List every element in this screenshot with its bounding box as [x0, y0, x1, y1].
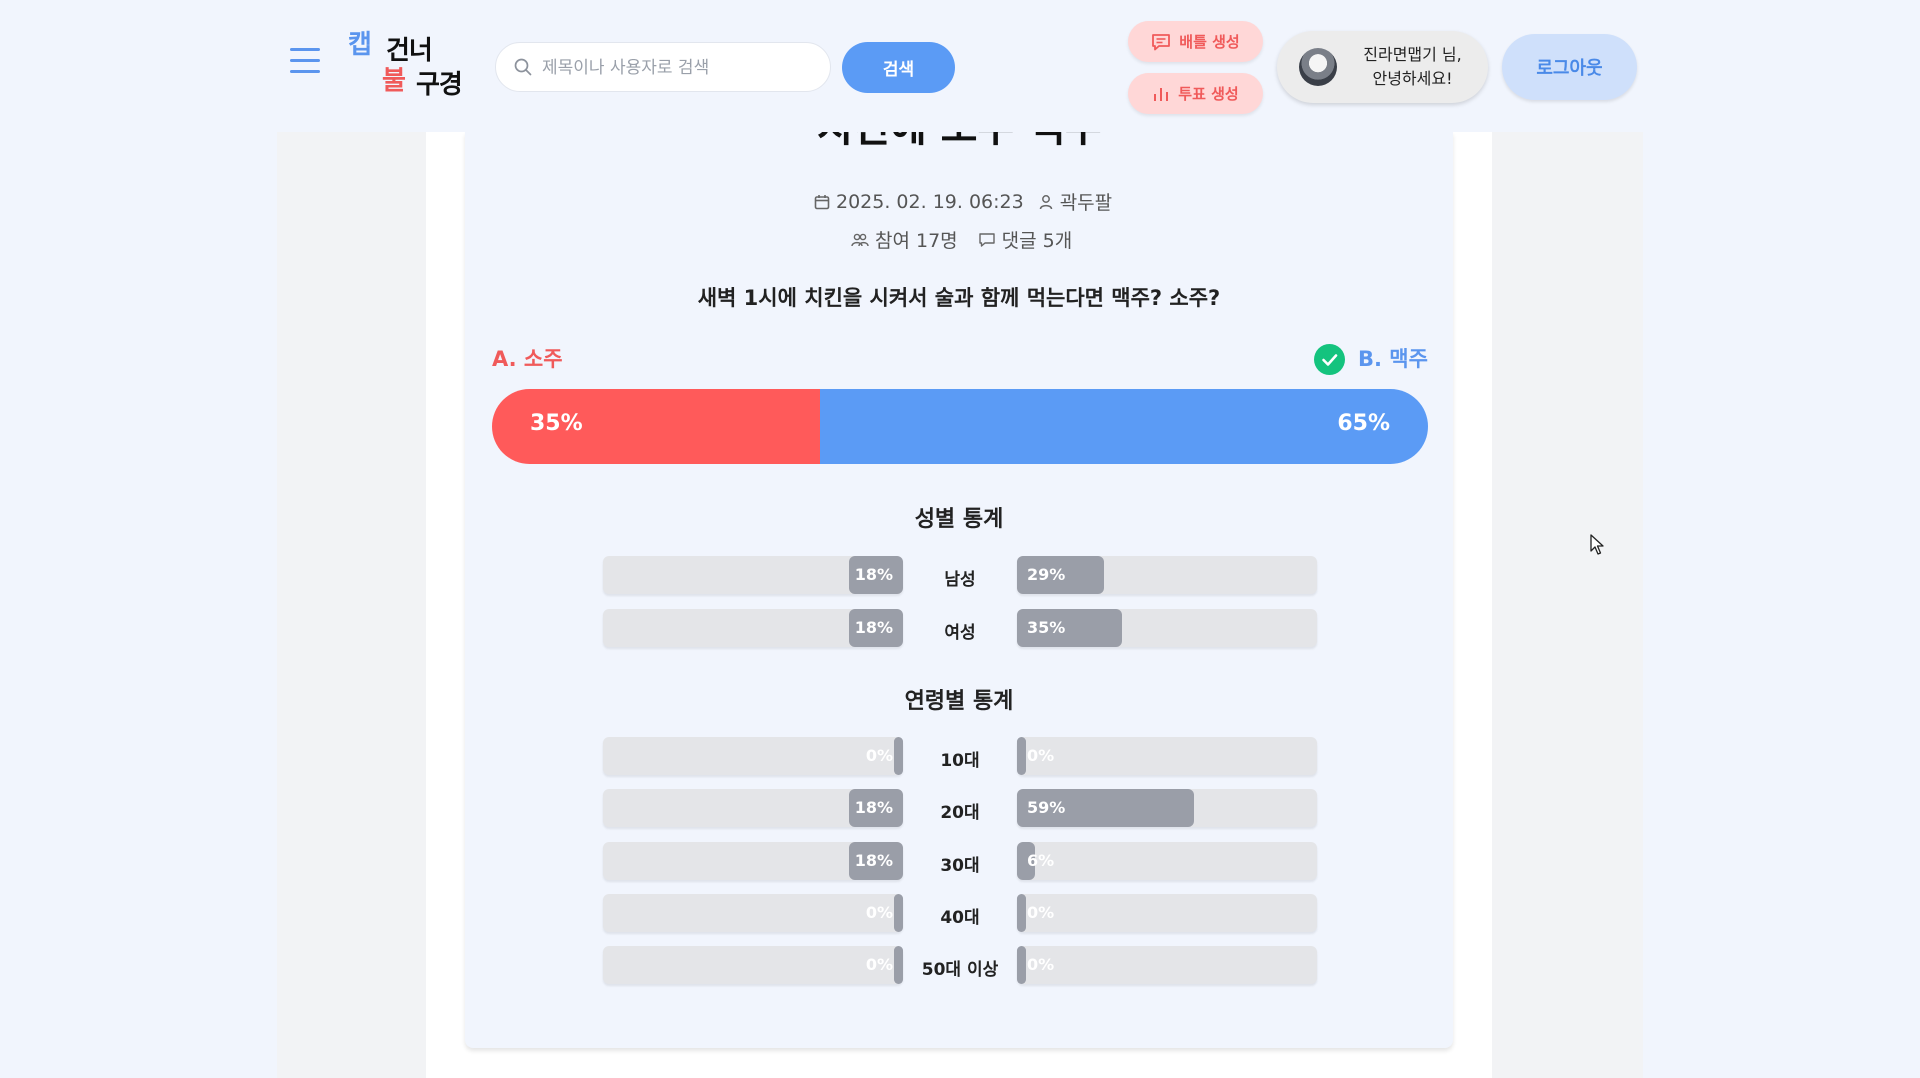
option-a-track: 18%	[603, 842, 903, 880]
gender-stats-title: 성별 통계	[914, 507, 1004, 532]
stat-row-label: 30대	[940, 856, 980, 876]
option-a-value: 18%	[854, 798, 893, 817]
create-vote-button[interactable]: 투표 생성	[1128, 73, 1263, 114]
mouse-cursor-icon	[1590, 534, 1604, 555]
option-a-value: 0%	[865, 903, 893, 922]
post-meta-line2: 참여 17명 댓글 5개	[851, 226, 1072, 253]
stat-row-label: 40대	[940, 908, 980, 928]
user-profile-button[interactable]: 진라면맵기 님, 안녕하세요!	[1277, 31, 1488, 103]
site-logo[interactable]: 캡 건너 불 구경	[348, 30, 476, 106]
stat-row-label: 여성	[944, 623, 976, 643]
option-a-percent: 35%	[530, 411, 583, 436]
option-b-fill	[1017, 946, 1026, 984]
option-b-value: 29%	[1027, 565, 1066, 584]
option-b-value: 59%	[1027, 798, 1066, 817]
option-b-label[interactable]: B. 맥주	[1358, 343, 1428, 373]
option-a-track: 18%	[603, 556, 903, 594]
age-stats-title: 연령별 통계	[904, 689, 1014, 714]
post-meta-line1: 2025. 02. 19. 06:23 곽두팔	[814, 188, 1112, 215]
search-button[interactable]: 검색	[842, 42, 955, 93]
option-b-value: 0%	[1027, 903, 1055, 922]
chat-icon	[1152, 33, 1171, 50]
stat-row-label: 남성	[944, 570, 976, 590]
user-icon	[1039, 194, 1052, 209]
logo-word-4: 구경	[416, 70, 463, 100]
comments-count: 댓글 5개	[1001, 230, 1073, 252]
stat-row: 18% 여성 35%	[603, 609, 1317, 647]
stat-row: 18% 30대 6%	[603, 842, 1317, 880]
option-b-value: 6%	[1027, 851, 1055, 870]
calendar-icon	[814, 194, 830, 209]
option-b-value: 0%	[1027, 955, 1055, 974]
option-a-value: 0%	[865, 746, 893, 765]
greeting-line-2: 안녕하세요!	[1372, 69, 1453, 88]
post-author: 곽두팔	[1059, 192, 1113, 214]
stat-row: 18% 남성 29%	[603, 556, 1317, 594]
bar-chart-icon	[1154, 87, 1169, 101]
participants-count: 참여 17명	[875, 230, 958, 252]
vote-question: 새벽 1시에 치킨을 시켜서 술과 함께 먹는다면 맥주? 소주?	[697, 286, 1221, 310]
stat-row-label: 10대	[940, 751, 980, 771]
top-header: 캡 건너 불 구경 검색 배틀 생성 투표 생성 진라면맵기 님, 안녕하세	[0, 0, 1920, 132]
option-a-value: 0%	[865, 955, 893, 974]
option-a-track: 18%	[603, 789, 903, 827]
check-icon	[1314, 344, 1345, 375]
greeting-line-1: 진라면맵기 님,	[1363, 45, 1462, 64]
option-b-fill	[1017, 737, 1026, 775]
search-box	[495, 42, 831, 92]
avatar	[1299, 48, 1337, 86]
create-battle-label: 배틀 생성	[1179, 33, 1240, 51]
search-input[interactable]	[540, 53, 814, 83]
logo-word-1: 캡	[348, 30, 372, 60]
vote-result-bar: 35% 65%	[492, 389, 1428, 464]
stat-row: 0% 40대 0%	[603, 894, 1317, 932]
logo-word-3: 불	[382, 66, 406, 96]
logo-word-2: 건너	[386, 36, 433, 66]
stat-row-label: 50대 이상	[921, 960, 999, 980]
option-b-track: 0%	[1017, 894, 1317, 932]
create-battle-button[interactable]: 배틀 생성	[1128, 21, 1263, 62]
option-a-track: 0%	[603, 737, 903, 775]
option-b-track: 0%	[1017, 946, 1317, 984]
option-b-percent: 65%	[1337, 411, 1390, 436]
option-b-track: 29%	[1017, 556, 1317, 594]
option-b-bar[interactable]: 65%	[820, 389, 1428, 464]
option-a-value: 18%	[854, 618, 893, 637]
option-b-fill	[1017, 894, 1026, 932]
option-b-track: 59%	[1017, 789, 1317, 827]
option-a-bar[interactable]: 35%	[492, 389, 820, 464]
option-a-fill	[894, 946, 903, 984]
comment-icon	[978, 232, 995, 247]
option-a-track: 0%	[603, 946, 903, 984]
option-b-track: 35%	[1017, 609, 1317, 647]
search-icon	[514, 58, 532, 76]
logout-button[interactable]: 로그아웃	[1502, 34, 1637, 100]
stat-row: 0% 50대 이상 0%	[603, 946, 1317, 984]
option-a-track: 0%	[603, 894, 903, 932]
hamburger-menu-icon[interactable]	[288, 44, 322, 78]
option-a-fill	[894, 737, 903, 775]
post-date: 2025. 02. 19. 06:23	[836, 190, 1024, 213]
option-b-track: 6%	[1017, 842, 1317, 880]
user-greeting: 진라면맵기 님, 안녕하세요!	[1345, 43, 1480, 91]
create-vote-label: 투표 생성	[1178, 85, 1239, 103]
option-b-value: 0%	[1027, 746, 1055, 765]
option-b-track: 0%	[1017, 737, 1317, 775]
stat-row: 18% 20대 59%	[603, 789, 1317, 827]
participants-icon	[851, 233, 869, 246]
option-a-value: 18%	[854, 565, 893, 584]
option-a-label[interactable]: A. 소주	[492, 343, 563, 373]
option-b-value: 35%	[1027, 618, 1066, 637]
option-a-track: 18%	[603, 609, 903, 647]
option-a-fill	[894, 894, 903, 932]
stat-row: 0% 10대 0%	[603, 737, 1317, 775]
stat-row-label: 20대	[940, 803, 980, 823]
option-a-value: 18%	[854, 851, 893, 870]
